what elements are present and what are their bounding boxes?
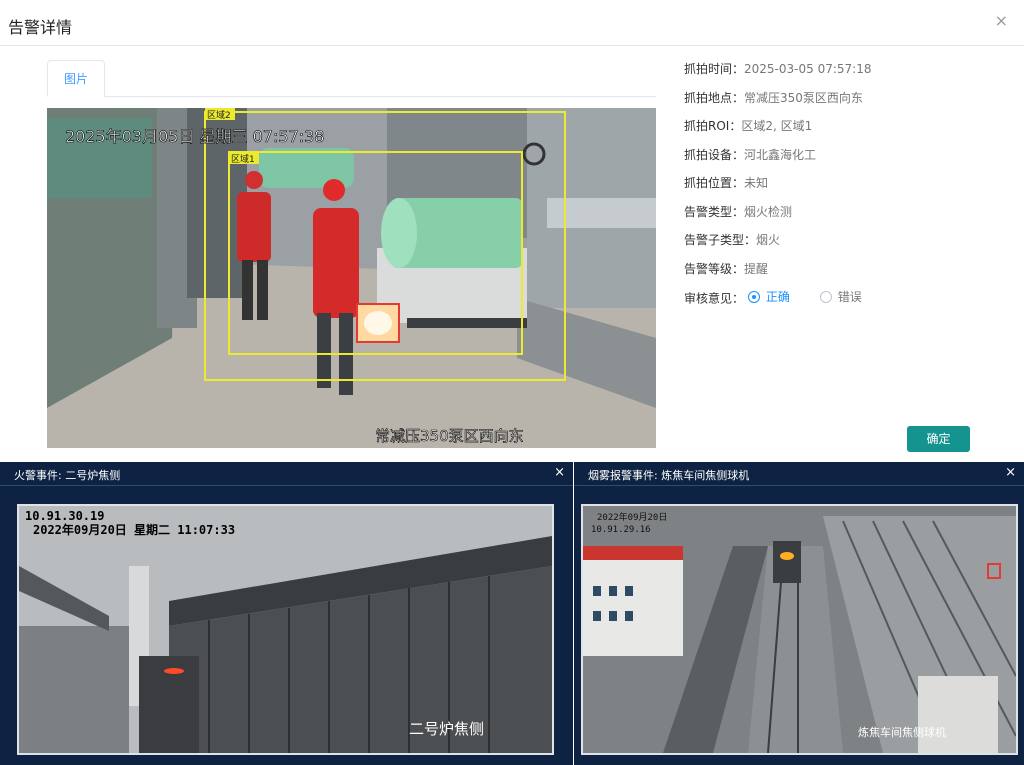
tab-image[interactable]: 图片	[47, 60, 105, 97]
popup-title: 烟雾报警事件: 炼焦车间焦侧球机	[588, 469, 750, 482]
info-label: 告警类型：	[684, 204, 745, 219]
feed-timestamp: 2022年09月20日 星期二 11:07:33	[33, 522, 235, 537]
snapshot-image: 区域2 区域1 2025年03月05日 星期三 07:57:38 常减压350泵…	[47, 108, 656, 448]
review-radio-group: 正确 错误	[747, 288, 888, 306]
confirm-button[interactable]: 确定	[907, 426, 970, 452]
info-value: 2025-03-05 07:57:18	[744, 62, 872, 76]
tab-bar: 图片	[47, 60, 656, 97]
info-label: 抓拍时间：	[684, 62, 745, 76]
feed-location: 二号炉焦侧	[409, 720, 484, 738]
info-row-alarm-subtype: 告警子类型：烟火	[684, 231, 1014, 260]
camera-scene-coke-oven: 10.91.30.19 2022年09月20日 星期二 11:07:33 二号炉…	[19, 506, 552, 753]
info-value: 未知	[744, 176, 769, 190]
popup-header: 火警事件: 二号炉焦侧 ×	[0, 462, 573, 486]
info-value: 河北鑫海化工	[744, 147, 817, 162]
info-label: 告警等级：	[684, 261, 745, 276]
radio-unchecked-icon[interactable]	[819, 290, 832, 303]
dialog-header: 告警详情 ×	[0, 0, 1024, 46]
snapshot-scene: 区域2 区域1 2025年03月05日 星期三 07:57:38 常减压350泵…	[47, 108, 656, 448]
info-label: 抓拍位置：	[684, 176, 745, 190]
radio-wrong-label[interactable]: 错误	[838, 288, 862, 305]
alarm-detail-dialog: 告警详情 × 图片 区域2 区域1 2025年03月05日 星期三 07:57:…	[0, 0, 1024, 462]
feed-timestamp: 2022年09月20日	[597, 511, 667, 523]
info-row-capture-device: 抓拍设备：河北鑫海化工	[684, 146, 1014, 175]
feed-ip: 10.91.29.16	[591, 525, 651, 535]
dialog-title: 告警详情	[8, 18, 73, 37]
radio-correct[interactable]: 正确	[747, 288, 790, 305]
fire-spot	[164, 668, 184, 674]
popup-title: 火警事件: 二号炉焦侧	[14, 469, 121, 482]
roi-label-area-1: 区域1	[231, 153, 255, 165]
info-row-capture-roi: 抓拍ROI：区域2, 区域1	[684, 117, 1014, 146]
info-row-capture-place: 抓拍地点：常减压350泵区西向东	[684, 89, 1014, 118]
info-label: 抓拍地点：	[684, 90, 745, 105]
close-icon[interactable]: ×	[995, 13, 1008, 29]
radio-checked-icon[interactable]	[747, 290, 760, 303]
info-value: 烟火	[756, 233, 781, 247]
fire-alarm-popup: 火警事件: 二号炉焦侧 × 10.91.30.19 2022年09月20日 星期…	[0, 462, 573, 765]
feed-ip: 10.91.30.19	[25, 509, 104, 523]
info-value: 提醒	[744, 261, 769, 276]
radio-wrong[interactable]: 错误	[819, 288, 862, 305]
snapshot-location: 常减压350泵区西向东	[375, 427, 524, 445]
popup-header: 烟雾报警事件: 炼焦车间焦侧球机 ×	[574, 462, 1024, 486]
feed-location: 炼焦车间焦侧球机	[858, 725, 946, 739]
camera-feed-coking-workshop: 2022年09月20日 10.91.29.16 炼焦车间焦侧球机	[581, 504, 1018, 755]
info-row-review: 审核意见： 正确 错误	[684, 288, 1014, 317]
radio-correct-label[interactable]: 正确	[766, 288, 790, 305]
info-row-alarm-type: 告警类型：烟火检测	[684, 203, 1014, 232]
info-label: 抓拍设备：	[684, 147, 745, 162]
alarm-info-panel: 抓拍时间：2025-03-05 07:57:18 抓拍地点：常减压350泵区西向…	[684, 60, 1014, 317]
smoke-alarm-popup: 烟雾报警事件: 炼焦车间焦侧球机 × 2022年09月20日 10.91.29.…	[574, 462, 1024, 765]
info-row-capture-time: 抓拍时间：2025-03-05 07:57:18	[684, 60, 1014, 89]
info-label: 抓拍ROI：	[684, 119, 742, 133]
camera-scene-coking-workshop: 2022年09月20日 10.91.29.16 炼焦车间焦侧球机	[583, 506, 1016, 753]
review-label: 审核意见：	[684, 291, 745, 306]
info-label: 告警子类型：	[684, 233, 757, 247]
roi-label-area-2: 区域2	[207, 109, 231, 121]
close-icon[interactable]: ×	[1005, 466, 1016, 479]
info-row-alarm-level: 告警等级：提醒	[684, 260, 1014, 289]
info-value: 常减压350泵区西向东	[744, 90, 863, 105]
info-value: 区域2, 区域1	[741, 119, 813, 133]
info-row-capture-position: 抓拍位置：未知	[684, 174, 1014, 203]
snapshot-timestamp: 2025年03月05日 星期三 07:57:38	[65, 127, 324, 146]
info-value: 烟火检测	[744, 204, 793, 219]
camera-feed-coke-oven: 10.91.30.19 2022年09月20日 星期二 11:07:33 二号炉…	[17, 504, 554, 755]
close-icon[interactable]: ×	[554, 466, 565, 479]
